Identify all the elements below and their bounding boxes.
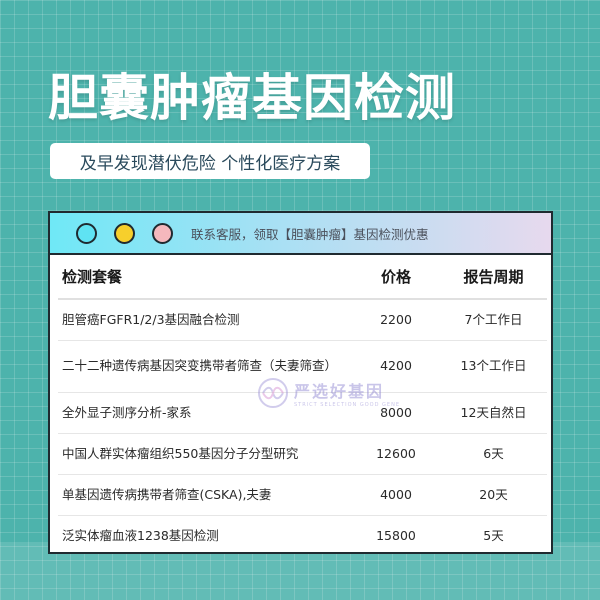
report-cycle: 13个工作日 bbox=[440, 340, 547, 393]
table-row[interactable]: 泛实体瘤血液1238基因检测 15800 5天 bbox=[58, 515, 547, 556]
customer-service-notice[interactable]: 联系客服，领取【胆囊肿瘤】基因检测优惠 bbox=[191, 224, 429, 243]
report-cycle: 7个工作日 bbox=[440, 299, 547, 341]
package-name: 单基因遗传病携带者筛查(CSKA),夫妻 bbox=[58, 474, 352, 516]
package-price: 4000 bbox=[352, 474, 440, 516]
table-row[interactable]: 单基因遗传病携带者筛查(CSKA),夫妻 4000 20天 bbox=[58, 474, 547, 516]
table-row[interactable]: 中国人群实体瘤组织550基因分子分型研究 12600 6天 bbox=[58, 433, 547, 475]
table-row[interactable]: 胆管癌FGFR1/2/3基因融合检测 2200 7个工作日 bbox=[58, 299, 547, 341]
table-header-row: 检测套餐 价格 报告周期 bbox=[58, 255, 547, 300]
watermark-subtext: STRICT SELECTION GOOD GENE bbox=[294, 402, 400, 408]
package-price: 15800 bbox=[376, 527, 416, 543]
report-cycle: 5天 bbox=[483, 527, 504, 543]
yellow-dot-icon bbox=[114, 222, 135, 244]
column-header-package: 检测套餐 bbox=[58, 255, 352, 300]
package-price: 2200 bbox=[352, 299, 440, 341]
page-title: 胆囊肿瘤基因检测 bbox=[48, 69, 456, 127]
column-header-cycle: 报告周期 bbox=[440, 255, 547, 300]
pink-dot-icon bbox=[152, 222, 173, 244]
report-cycle: 20天 bbox=[440, 474, 547, 516]
report-cycle: 6天 bbox=[440, 433, 547, 475]
report-cycle: 12天自然日 bbox=[440, 392, 547, 434]
column-header-price: 价格 bbox=[352, 255, 440, 300]
package-price: 12600 bbox=[352, 433, 440, 475]
card-header: 联系客服，领取【胆囊肿瘤】基因检测优惠 bbox=[50, 213, 551, 255]
package-name: 胆管癌FGFR1/2/3基因融合检测 bbox=[58, 299, 352, 341]
package-name: 中国人群实体瘤组织550基因分子分型研究 bbox=[58, 433, 352, 475]
subtitle-banner: 及早发现潜伏危险 个性化医疗方案 bbox=[50, 143, 370, 179]
watermark-text: 严选好基因 bbox=[294, 382, 385, 401]
brand-watermark: 严选好基因 STRICT SELECTION GOOD GENE bbox=[258, 378, 400, 408]
package-name: 泛实体瘤血液1238基因检测 bbox=[62, 527, 219, 543]
dna-logo-icon bbox=[258, 378, 288, 408]
cyan-dot-icon bbox=[76, 222, 97, 244]
